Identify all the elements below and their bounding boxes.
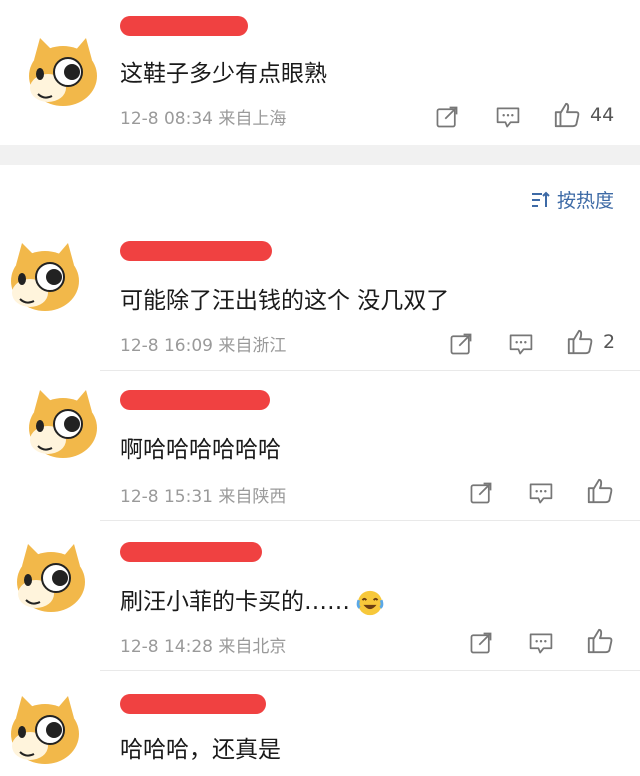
share-icon[interactable] xyxy=(446,329,476,359)
comment-meta: 12-8 14:28 来自北京 xyxy=(120,632,286,657)
comment-icon[interactable] xyxy=(526,478,556,508)
like-icon[interactable] xyxy=(552,100,582,130)
comment-date: 12-8 08:34 xyxy=(120,109,213,129)
like-icon[interactable] xyxy=(565,327,595,357)
comment-item: 哈哈哈，还真是 xyxy=(0,672,640,776)
share-icon[interactable] xyxy=(466,478,496,508)
comment-meta: 12-8 15:31 来自陕西 xyxy=(120,482,286,507)
sort-label: 按热度 xyxy=(556,190,614,212)
avatar[interactable] xyxy=(22,382,104,464)
avatar[interactable] xyxy=(4,688,86,770)
like-icon[interactable] xyxy=(585,626,615,656)
laugh-cry-emoji xyxy=(356,589,384,617)
avatar[interactable] xyxy=(10,536,92,618)
comment-text: 哈哈哈，还真是 xyxy=(120,737,281,763)
share-icon[interactable] xyxy=(466,628,496,658)
comment-location: 来自陕西 xyxy=(218,487,287,507)
like-icon[interactable] xyxy=(585,476,615,506)
username-redacted[interactable] xyxy=(120,16,248,36)
comment-text: 啊哈哈哈哈哈哈 xyxy=(120,437,281,463)
avatar[interactable] xyxy=(22,30,104,112)
section-divider xyxy=(0,145,640,165)
comment-date: 12-8 14:28 xyxy=(120,637,213,657)
comment-text-content: 刷汪小菲的卡买的…… xyxy=(120,589,350,615)
comment-icon[interactable] xyxy=(506,329,536,359)
comment-location: 来自浙江 xyxy=(218,336,287,356)
like-count: 2 xyxy=(603,331,616,353)
comment-item: 可能除了汪出钱的这个 没几双了 12-8 16:09 来自浙江 2 xyxy=(0,225,640,365)
sort-icon xyxy=(531,191,550,207)
comment-meta: 12-8 16:09 来自浙江 xyxy=(120,331,286,356)
avatar[interactable] xyxy=(4,235,86,317)
comment-icon[interactable] xyxy=(526,628,556,658)
comment-item: 啊哈哈哈哈哈哈 12-8 15:31 来自陕西 xyxy=(0,372,640,520)
comment-location: 来自上海 xyxy=(218,109,287,129)
comment-item: 这鞋子多少有点眼熟 12-8 08:34 来自上海 44 xyxy=(0,0,640,150)
sort-button[interactable]: 按热度 xyxy=(531,186,614,213)
comment-date: 12-8 15:31 xyxy=(120,487,213,507)
divider xyxy=(100,670,640,671)
username-redacted[interactable] xyxy=(120,390,270,410)
comment-text: 这鞋子多少有点眼熟 xyxy=(120,61,327,87)
comment-location: 来自北京 xyxy=(218,637,287,657)
comment-text: 刷汪小菲的卡买的…… xyxy=(120,582,384,617)
comment-icon[interactable] xyxy=(493,102,523,132)
username-redacted[interactable] xyxy=(120,694,266,714)
username-redacted[interactable] xyxy=(120,241,272,261)
comment-date: 12-8 16:09 xyxy=(120,336,213,356)
divider xyxy=(100,370,640,371)
divider xyxy=(100,520,640,521)
like-count: 44 xyxy=(590,104,615,126)
comment-text: 可能除了汪出钱的这个 没几双了 xyxy=(120,288,450,314)
comment-meta: 12-8 08:34 来自上海 xyxy=(120,104,286,129)
username-redacted[interactable] xyxy=(120,542,262,562)
comment-item: 刷汪小菲的卡买的…… 12-8 14:28 来自北京 xyxy=(0,522,640,670)
share-icon[interactable] xyxy=(432,102,462,132)
